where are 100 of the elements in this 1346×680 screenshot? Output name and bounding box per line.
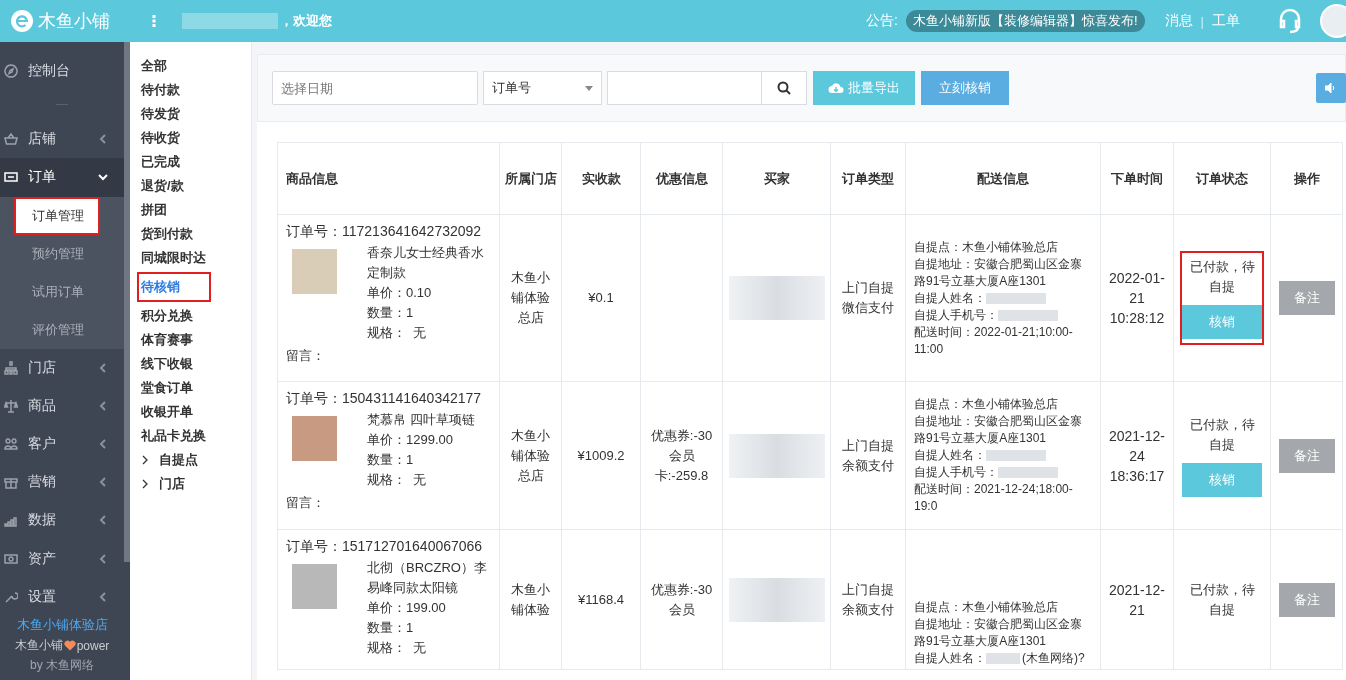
sidebar-item[interactable]: 数据 (0, 501, 124, 540)
order-status: 已付款，待自提 (1188, 415, 1256, 454)
subnav-item[interactable]: 已完成 (137, 150, 186, 174)
delivery-info: 自提人手机号： (914, 464, 998, 481)
chevron-down-icon (98, 172, 108, 183)
delivery-info: 自提点：木鱼小铺体验总店 (914, 397, 1058, 411)
column-header: 配送信息 (905, 142, 1101, 215)
search-field[interactable] (607, 71, 762, 105)
subnav-item[interactable]: 收银开单 (137, 400, 199, 424)
column-header: 订单状态 (1173, 142, 1271, 215)
sidebar-item[interactable]: 门店 (0, 348, 124, 387)
subnav-item[interactable]: 门店 (137, 472, 191, 496)
subnav-item[interactable]: 礼品卡兑换 (137, 424, 212, 448)
order-number: 订单号：150431141640342177 (286, 390, 483, 408)
submenu-item[interactable]: 订单管理 (14, 196, 100, 235)
search-button[interactable] (761, 71, 807, 105)
store-name: 木鱼小铺体验总店 (511, 427, 550, 483)
menu-item-icon (4, 132, 18, 147)
search-icon (777, 81, 791, 95)
product-name: 梵慕帛 四叶草项链 (367, 411, 476, 429)
chevron-left-icon (98, 515, 108, 526)
scrollbar[interactable] (124, 42, 130, 562)
delivery-info: 配送时间：2021-12-24;18:00-19:0 (914, 482, 1073, 513)
column-header: 操作 (1270, 142, 1343, 215)
order-type: 上门自提 (841, 436, 895, 455)
blurred-text (998, 309, 1058, 321)
order-status: 已付款，待自提 (1188, 258, 1256, 296)
submenu-item[interactable]: 预约管理 (14, 234, 124, 273)
chevron-right-icon (141, 455, 149, 465)
delivery-info: 自提人姓名： (914, 289, 986, 307)
product-name: 北彻（BRCZRO）李易峰同款太阳镜 (367, 559, 488, 597)
paid-amount: ¥1168.4 (578, 591, 624, 607)
column-header: 商品信息 (277, 142, 500, 215)
sidebar-item[interactable]: 店铺 (0, 120, 124, 159)
delivery-info: 自提人姓名： (914, 650, 986, 667)
column-header: 买家 (722, 142, 831, 215)
sidebar-item[interactable]: 订单 (0, 158, 124, 197)
discount-info: 优惠券:-30 会员 (650, 581, 713, 617)
subnav-item[interactable]: 全部 (137, 54, 173, 78)
subnav-item[interactable]: 积分兑换 (137, 304, 199, 328)
order-status: 已付款，待自提 (1188, 580, 1256, 619)
submenu-item[interactable]: 评价管理 (14, 310, 124, 349)
subnav-item[interactable]: 拼团 (137, 198, 173, 222)
menu-icon[interactable] (152, 15, 156, 27)
subnav-item[interactable]: 货到付款 (137, 222, 199, 246)
chevron-left-icon (98, 134, 108, 145)
menu-item-icon (4, 64, 18, 79)
subnav-item[interactable]: 线下收银 (137, 352, 199, 376)
quantity: 数量：1 (367, 451, 415, 469)
photo-placeholder (292, 416, 337, 461)
speaker-icon (1325, 83, 1337, 93)
store-name: 木鱼小铺体验总店 (511, 270, 550, 325)
subnav-item[interactable]: 同城限时达 (137, 246, 212, 270)
date-field[interactable]: 选择日期 (272, 71, 478, 105)
payment-method: 余额支付 (841, 600, 895, 619)
paid-amount: ¥0.1 (588, 290, 614, 305)
subnav-item[interactable]: 自提点 (137, 448, 204, 472)
column-header: 所属门店 (499, 142, 562, 215)
sidebar-item[interactable]: 商品 (0, 386, 124, 425)
headset-icon[interactable] (1278, 8, 1302, 34)
search-type-select[interactable]: 订单号 (483, 71, 602, 105)
submenu-item[interactable]: 试用订单 (14, 272, 124, 311)
subnav-item[interactable]: 待核销 (137, 272, 211, 302)
avatar[interactable] (1320, 4, 1346, 38)
subnav-item[interactable]: 体育赛事 (137, 328, 199, 352)
subnav-item[interactable]: 待付款 (137, 78, 186, 102)
subnav-item[interactable]: 堂食订单 (137, 376, 199, 400)
subnav-item[interactable]: 退货/款 (137, 174, 190, 198)
column-header: 下单时间 (1100, 142, 1174, 215)
sidebar-item[interactable]: 营销 (0, 463, 124, 502)
subnav-item[interactable]: 待收货 (137, 126, 186, 150)
separator: | (1200, 13, 1204, 29)
blurred-text (998, 467, 1058, 478)
menu-item-icon (4, 398, 18, 413)
notice-link[interactable]: 木鱼小铺新版【装修编辑器】惊喜发布! (906, 10, 1145, 32)
order-type: 上门自提 (841, 580, 895, 599)
order-time: 2022-01-21 10:28:12 (1108, 269, 1166, 328)
sidebar-item[interactable]: 资产 (0, 539, 124, 578)
note-label: 留言： (286, 494, 326, 512)
sidebar-item[interactable]: 控制台 (0, 52, 124, 91)
column-header: 实收款 (561, 142, 641, 215)
delivery-info: 配送时间：2022-01-21;10:00-11:00 (914, 324, 1073, 356)
unit-price: 单价：0.10 (367, 284, 433, 302)
sound-button[interactable] (1316, 73, 1346, 103)
delivery-info: 自提地址：安徽合肥蜀山区金寨路91号立基大厦A座1301 (914, 256, 1082, 288)
quantity: 数量：1 (367, 304, 415, 322)
store-name: 木鱼小铺体验 (511, 581, 550, 617)
unit-price: 单价：199.00 (367, 599, 447, 617)
logo-text: 木鱼小铺 (38, 10, 110, 33)
welcome-text: ，欢迎您 (280, 12, 332, 30)
delivery-info: (木鱼网络)? (1022, 650, 1085, 667)
payment-method: 微信支付 (841, 299, 895, 317)
paid-amount: ¥1009.2 (577, 447, 625, 463)
power-text: power (76, 638, 110, 653)
subnav-item[interactable]: 待发货 (137, 102, 186, 126)
brand-text: 木鱼小铺 (14, 637, 63, 654)
delivery-info: 自提人姓名： (914, 447, 986, 464)
sidebar-item[interactable]: 设置 (0, 577, 124, 616)
shop-name[interactable]: 木鱼小铺体验店 (16, 616, 108, 634)
sidebar-item[interactable]: 客户 (0, 424, 124, 464)
